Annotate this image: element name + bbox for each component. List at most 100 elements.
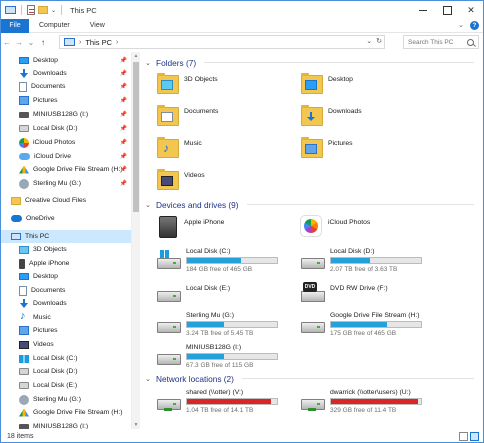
onedrive-icon bbox=[11, 215, 22, 222]
capacity-bar bbox=[186, 353, 278, 360]
tiles-view-icon[interactable] bbox=[470, 432, 479, 441]
address-bar[interactable]: › This PC › ⌄ ↻ bbox=[59, 35, 385, 49]
properties-icon[interactable] bbox=[27, 5, 35, 15]
nav-item[interactable]: Local Disk (D:) bbox=[1, 365, 131, 378]
drive-icon bbox=[19, 382, 29, 389]
help-icon[interactable]: ? bbox=[470, 21, 479, 30]
expand-ribbon-icon[interactable]: ⌄ bbox=[458, 21, 464, 30]
drive-tile[interactable]: Google Drive File Stream (H:) 175 GB free… bbox=[300, 312, 422, 337]
nav-item[interactable]: Creative Cloud Files bbox=[1, 194, 131, 207]
nav-item-label: Google Drive File Stream (H:) bbox=[33, 166, 123, 173]
recent-locations-button[interactable]: ⌄ bbox=[25, 36, 37, 50]
drive-tile[interactable]: dwarrick (\\otter\users) (U:) 329 GB free… bbox=[300, 389, 422, 414]
address-dropdown-icon[interactable]: ⌄ bbox=[366, 37, 372, 45]
chevron-down-icon[interactable]: ⌄ bbox=[144, 375, 152, 383]
folder-tile[interactable]: Documents bbox=[156, 104, 218, 126]
folder-tile[interactable]: Downloads bbox=[300, 104, 362, 126]
maximize-button[interactable] bbox=[435, 1, 459, 19]
pin-icon[interactable]: 📌 bbox=[120, 111, 127, 118]
folder-tile[interactable]: Videos bbox=[156, 168, 205, 190]
nav-item[interactable]: MINIUSB128G (I:) 📌 bbox=[1, 108, 131, 121]
pin-icon[interactable]: 📌 bbox=[120, 70, 127, 77]
drive-tile[interactable]: Sterling Mu (G:) 3.24 TB free of 5.45 TB bbox=[156, 312, 278, 337]
group-header-folders[interactable]: ⌄ Folders (7) bbox=[144, 56, 474, 69]
window-controls: ✕ bbox=[411, 1, 483, 19]
nav-item[interactable]: Downloads 📌 bbox=[1, 67, 131, 80]
nav-scrollbar[interactable]: ▲ ▼ bbox=[132, 52, 140, 429]
nav-item[interactable]: Music bbox=[1, 311, 131, 324]
pin-icon[interactable]: 📌 bbox=[120, 166, 127, 173]
group-header-devices[interactable]: ⌄ Devices and drives (9) bbox=[144, 198, 474, 211]
nav-item[interactable]: Apple iPhone bbox=[1, 257, 131, 270]
pin-icon[interactable]: 📌 bbox=[120, 57, 127, 64]
nav-item[interactable]: Desktop bbox=[1, 270, 131, 283]
pin-icon[interactable]: 📌 bbox=[120, 97, 127, 104]
nav-item[interactable]: Local Disk (C:) bbox=[1, 352, 131, 365]
nav-item[interactable]: Pictures 📌 bbox=[1, 94, 131, 107]
back-button[interactable]: ← bbox=[1, 36, 13, 50]
pin-icon[interactable]: 📌 bbox=[120, 83, 127, 90]
tab-file[interactable]: File bbox=[1, 18, 29, 33]
scrollbar-thumb[interactable] bbox=[133, 62, 139, 212]
folder-tile[interactable]: 3D Objects bbox=[156, 72, 218, 94]
close-button[interactable]: ✕ bbox=[459, 1, 483, 19]
chevron-down-icon[interactable]: ⌄ bbox=[144, 201, 152, 209]
new-folder-icon[interactable] bbox=[38, 6, 48, 14]
breadcrumb-separator[interactable]: › bbox=[116, 39, 118, 46]
search-input[interactable] bbox=[408, 38, 464, 46]
tab-view[interactable]: View bbox=[80, 19, 115, 33]
up-button[interactable]: ↑ bbox=[37, 36, 49, 50]
chevron-down-icon[interactable]: ⌄ bbox=[144, 59, 152, 67]
nav-item[interactable]: iCloud Photos 📌 bbox=[1, 136, 131, 149]
nav-item[interactable]: iCloud Drive 📌 bbox=[1, 150, 131, 163]
drive-tile[interactable]: DVD DVD RW Drive (F:) bbox=[300, 281, 388, 303]
drive-tile[interactable]: Local Disk (D:) 2.07 TB free of 3.63 TB bbox=[300, 248, 422, 273]
nav-item[interactable]: Documents bbox=[1, 284, 131, 297]
details-view-icon[interactable] bbox=[459, 432, 468, 441]
nav-item[interactable]: Local Disk (E:) bbox=[1, 379, 131, 392]
nav-item[interactable]: Desktop 📌 bbox=[1, 54, 131, 67]
group-header-network[interactable]: ⌄ Network locations (2) bbox=[144, 372, 474, 385]
nav-item[interactable]: OneDrive bbox=[1, 212, 131, 225]
nav-item[interactable]: MINIUSB128G (I:) bbox=[1, 420, 131, 429]
breadcrumb-separator[interactable]: › bbox=[79, 39, 81, 46]
drive-tile[interactable]: iCloud Photos bbox=[300, 215, 370, 237]
breadcrumb-this-pc[interactable]: This PC bbox=[85, 38, 112, 47]
forward-button[interactable]: → bbox=[13, 36, 25, 50]
drive-tile[interactable]: MINIUSB128G (I:) 67.3 GB free of 115 GB bbox=[156, 344, 278, 369]
nav-item[interactable]: Documents 📌 bbox=[1, 80, 131, 93]
dvd-drive-icon: DVD bbox=[300, 281, 325, 303]
nav-item[interactable]: Pictures bbox=[1, 324, 131, 337]
desktop-icon bbox=[19, 57, 29, 64]
minimize-button[interactable] bbox=[411, 1, 435, 19]
drive-tile[interactable]: Apple iPhone bbox=[156, 215, 224, 239]
pin-icon[interactable]: 📌 bbox=[120, 125, 127, 132]
scroll-up-icon[interactable]: ▲ bbox=[133, 53, 139, 59]
drive-tile[interactable]: shared (\\otter) (V:) 1.04 TB free of 14.… bbox=[156, 389, 278, 414]
nav-item[interactable]: Downloads bbox=[1, 297, 131, 310]
folder-tile[interactable]: Desktop bbox=[300, 72, 353, 94]
nav-item[interactable]: Local Disk (D:) 📌 bbox=[1, 122, 131, 135]
objects-badge-icon bbox=[161, 80, 173, 90]
pin-icon[interactable]: 📌 bbox=[120, 180, 127, 187]
nav-item[interactable]: Sterling Mu (G:) 📌 bbox=[1, 177, 131, 190]
nav-item[interactable]: Google Drive File Stream (H:) 📌 bbox=[1, 163, 131, 176]
folder-tile[interactable]: Pictures bbox=[300, 136, 353, 158]
pin-icon[interactable]: 📌 bbox=[120, 153, 127, 160]
nav-item[interactable]: This PC bbox=[1, 230, 131, 243]
scroll-down-icon[interactable]: ▼ bbox=[133, 422, 139, 428]
drive-tile[interactable]: Local Disk (E:) bbox=[156, 281, 230, 303]
pin-icon[interactable]: 📌 bbox=[120, 139, 127, 146]
nav-item[interactable]: Videos bbox=[1, 338, 131, 351]
search-box[interactable] bbox=[403, 35, 479, 49]
explorer-window: ⌄ This PC ✕ File Computer View ⌄ ? ← → ⌄… bbox=[0, 0, 484, 443]
tab-computer[interactable]: Computer bbox=[29, 19, 80, 33]
folder-tile[interactable]: Music bbox=[156, 136, 202, 158]
nav-item[interactable]: Google Drive File Stream (H:) bbox=[1, 406, 131, 419]
drive-led bbox=[317, 326, 320, 328]
customize-toolbar-icon[interactable]: ⌄ bbox=[51, 7, 56, 14]
nav-item[interactable]: 3D Objects bbox=[1, 243, 131, 256]
refresh-icon[interactable]: ↻ bbox=[376, 37, 382, 45]
nav-item[interactable]: Sterling Mu (G:) bbox=[1, 393, 131, 406]
drive-tile[interactable]: Local Disk (C:) 184 GB free of 465 GB bbox=[156, 248, 278, 273]
